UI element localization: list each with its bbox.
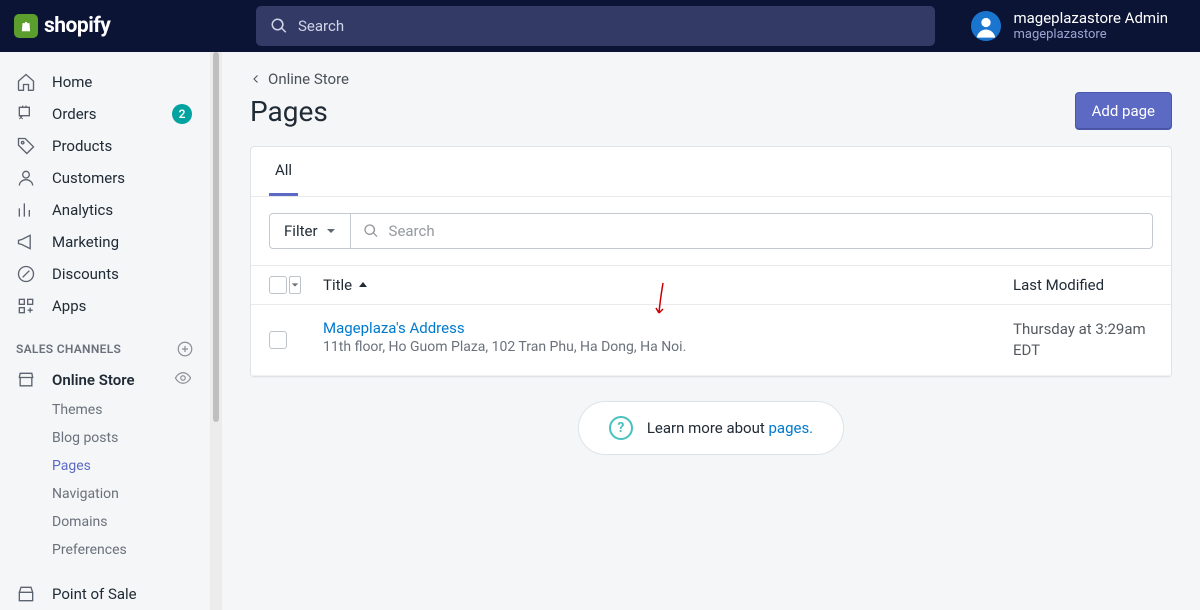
brand-name: shopify bbox=[44, 14, 110, 38]
chart-icon bbox=[16, 200, 36, 220]
column-title-label: Title bbox=[323, 276, 352, 294]
learn-more-box: ? Learn more about pages. bbox=[578, 401, 844, 455]
subnav-preferences[interactable]: Preferences bbox=[0, 536, 210, 564]
nav-home[interactable]: Home bbox=[0, 66, 210, 98]
column-modified[interactable]: Last Modified bbox=[1013, 276, 1153, 294]
row-modified: Thursday at 3:29am EDT bbox=[1013, 319, 1153, 361]
tab-all[interactable]: All bbox=[269, 147, 298, 196]
home-icon bbox=[16, 72, 36, 92]
store-icon bbox=[16, 370, 36, 390]
nav-online-store[interactable]: Online Store bbox=[0, 364, 210, 396]
top-bar: shopify mageplazastore Admin mageplazast… bbox=[0, 0, 1200, 52]
nav-customers[interactable]: Customers bbox=[0, 162, 210, 194]
pos-icon bbox=[16, 584, 36, 604]
discount-icon bbox=[16, 264, 36, 284]
megaphone-icon bbox=[16, 232, 36, 252]
sidebar-scrollbar[interactable] bbox=[210, 52, 222, 610]
nav-label: Apps bbox=[52, 297, 86, 315]
filter-button[interactable]: Filter bbox=[269, 213, 351, 249]
filter-search[interactable] bbox=[351, 213, 1153, 249]
nav-orders[interactable]: Orders 2 bbox=[0, 98, 210, 130]
select-menu-caret[interactable] bbox=[289, 276, 301, 294]
avatar bbox=[971, 11, 1001, 41]
add-page-button[interactable]: Add page bbox=[1075, 92, 1172, 130]
nav-label: Home bbox=[52, 73, 92, 91]
global-search-wrap bbox=[256, 0, 971, 54]
person-icon bbox=[16, 168, 36, 188]
row-checkbox[interactable] bbox=[269, 331, 287, 349]
nav-products[interactable]: Products bbox=[0, 130, 210, 162]
learn-link[interactable]: pages. bbox=[768, 419, 813, 437]
pages-card: All Filter bbox=[250, 146, 1172, 377]
search-icon bbox=[270, 17, 288, 35]
subnav-blog[interactable]: Blog posts bbox=[0, 424, 210, 452]
user-menu[interactable]: mageplazastore Admin mageplazastore bbox=[971, 9, 1200, 43]
user-names: mageplazastore Admin mageplazastore bbox=[1013, 9, 1168, 43]
nav-label: Discounts bbox=[52, 265, 119, 283]
global-search[interactable] bbox=[256, 6, 935, 46]
search-icon bbox=[363, 223, 379, 239]
row-subtitle: 11th floor, Ho Guom Plaza, 102 Tran Phu,… bbox=[323, 339, 1013, 355]
nav-marketing[interactable]: Marketing bbox=[0, 226, 210, 258]
nav-label: Analytics bbox=[52, 201, 113, 219]
user-secondary: mageplazastore bbox=[1013, 27, 1168, 43]
learn-prefix: Learn more about bbox=[647, 419, 769, 437]
subnav-navigation[interactable]: Navigation bbox=[0, 480, 210, 508]
subnav-pages[interactable]: Pages bbox=[0, 452, 210, 480]
help-icon: ? bbox=[609, 416, 633, 440]
sort-asc-icon bbox=[358, 280, 368, 290]
apps-icon bbox=[16, 296, 36, 316]
table-header: Title Last Modified bbox=[251, 265, 1171, 305]
nav-label: Point of Sale bbox=[52, 585, 137, 603]
add-channel-icon[interactable] bbox=[176, 340, 194, 358]
page-title: Pages bbox=[250, 95, 328, 128]
nav-analytics[interactable]: Analytics bbox=[0, 194, 210, 226]
table-row: Mageplaza's Address 11th floor, Ho Guom … bbox=[251, 305, 1171, 376]
user-primary: mageplazastore Admin bbox=[1013, 9, 1168, 27]
section-label-text: SALES CHANNELS bbox=[16, 342, 121, 356]
nav-discounts[interactable]: Discounts bbox=[0, 258, 210, 290]
nav-pos[interactable]: Point of Sale bbox=[0, 578, 210, 610]
select-all-checkbox[interactable] bbox=[269, 276, 287, 294]
subnav-domains[interactable]: Domains bbox=[0, 508, 210, 536]
scrollbar-thumb[interactable] bbox=[213, 52, 219, 422]
breadcrumb-label: Online Store bbox=[268, 70, 349, 88]
sidebar: Home Orders 2 Products Customers Analyti… bbox=[0, 52, 210, 610]
nav-apps[interactable]: Apps bbox=[0, 290, 210, 322]
brand-logo[interactable]: shopify bbox=[0, 14, 256, 38]
caret-down-icon bbox=[326, 226, 336, 236]
row-title-link[interactable]: Mageplaza's Address bbox=[323, 319, 1013, 337]
section-sales-channels: SALES CHANNELS bbox=[0, 322, 210, 364]
nav-label: Orders bbox=[52, 105, 97, 123]
nav-label: Marketing bbox=[52, 233, 119, 251]
view-store-icon[interactable] bbox=[174, 369, 192, 391]
shopify-bag-icon bbox=[14, 14, 38, 38]
main-content: Online Store Pages Add page All Filter bbox=[222, 52, 1200, 610]
tag-icon bbox=[16, 136, 36, 156]
global-search-input[interactable] bbox=[298, 17, 921, 35]
nav-label: Products bbox=[52, 137, 112, 155]
filter-search-input[interactable] bbox=[389, 222, 1140, 240]
orders-icon bbox=[16, 104, 36, 124]
breadcrumb-back[interactable]: Online Store bbox=[250, 70, 1172, 88]
nav-label: Customers bbox=[52, 169, 125, 187]
filter-label: Filter bbox=[284, 222, 318, 240]
chevron-left-icon bbox=[250, 73, 262, 85]
column-title[interactable]: Title bbox=[323, 276, 1013, 294]
nav-label: Online Store bbox=[52, 371, 135, 389]
subnav-themes[interactable]: Themes bbox=[0, 396, 210, 424]
orders-badge: 2 bbox=[172, 104, 192, 124]
